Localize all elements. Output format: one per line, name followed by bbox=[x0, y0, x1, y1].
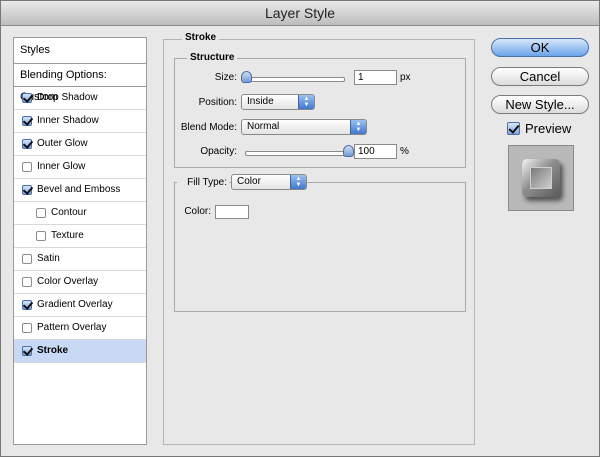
style-item-color-overlay[interactable]: Color Overlay bbox=[14, 271, 146, 294]
opacity-label: Opacity: bbox=[200, 146, 237, 157]
position-label: Position: bbox=[198, 97, 237, 108]
style-checkbox[interactable] bbox=[22, 277, 32, 287]
position-select[interactable]: Inside ▲ ▼ bbox=[241, 94, 315, 110]
stroke-panel-title: Stroke bbox=[182, 32, 220, 43]
style-item-label: Gradient Overlay bbox=[37, 299, 113, 310]
cancel-button[interactable]: Cancel bbox=[491, 67, 589, 86]
structure-group: Structure Size: 1 px Position: Inside ▲ ▼… bbox=[174, 52, 466, 168]
style-item-label: Pattern Overlay bbox=[37, 322, 107, 333]
style-item-satin[interactable]: Satin bbox=[14, 248, 146, 271]
style-item-texture[interactable]: Texture bbox=[14, 225, 146, 248]
size-label: Size: bbox=[214, 72, 237, 83]
blend-mode-label: Blend Mode: bbox=[180, 122, 237, 133]
style-checkbox[interactable] bbox=[22, 185, 32, 195]
style-item-label: Outer Glow bbox=[37, 138, 88, 149]
style-item-label: Contour bbox=[51, 207, 87, 218]
style-item-stroke[interactable]: Stroke bbox=[14, 340, 146, 363]
color-swatch[interactable] bbox=[215, 205, 249, 219]
stroke-panel: Stroke Structure Size: 1 px Position: In… bbox=[163, 32, 475, 445]
blend-mode-select[interactable]: Normal ▲ ▼ bbox=[241, 119, 367, 135]
preview-checkbox[interactable] bbox=[507, 122, 520, 135]
preview-label: Preview bbox=[525, 121, 572, 136]
blend-mode-value: Normal bbox=[247, 121, 280, 132]
style-item-inner-glow[interactable]: Inner Glow bbox=[14, 156, 146, 179]
position-value: Inside bbox=[247, 96, 274, 107]
style-checkbox[interactable] bbox=[22, 139, 32, 149]
style-item-inner-shadow[interactable]: Inner Shadow bbox=[14, 110, 146, 133]
style-preview bbox=[508, 145, 574, 211]
preview-toggle[interactable]: Preview bbox=[507, 121, 571, 136]
color-label: Color: bbox=[184, 206, 211, 217]
style-item-label: Inner Glow bbox=[37, 161, 86, 172]
style-item-label: Drop Shadow bbox=[37, 92, 98, 103]
style-checkbox[interactable] bbox=[36, 208, 46, 218]
fill-type-value: Color bbox=[237, 176, 261, 187]
structure-group-title: Structure bbox=[187, 52, 238, 63]
preview-thumbnail bbox=[522, 159, 560, 197]
style-checkbox[interactable] bbox=[22, 116, 32, 126]
layer-style-dialog: Layer Style Styles Blending Options: Cus… bbox=[0, 0, 600, 457]
blending-options-item[interactable]: Blending Options: Custom bbox=[14, 64, 146, 103]
style-item-contour[interactable]: Contour bbox=[14, 202, 146, 225]
select-arrows-icon: ▲ ▼ bbox=[350, 120, 366, 134]
opacity-unit: % bbox=[400, 146, 409, 157]
style-checkbox[interactable] bbox=[22, 93, 32, 103]
style-checkbox[interactable] bbox=[22, 254, 32, 264]
select-arrows-icon: ▲ ▼ bbox=[298, 95, 314, 109]
opacity-input[interactable]: 100 bbox=[354, 144, 397, 159]
size-slider-thumb[interactable] bbox=[241, 71, 252, 83]
style-item-pattern-overlay[interactable]: Pattern Overlay bbox=[14, 317, 146, 340]
styles-header[interactable]: Styles bbox=[14, 38, 146, 64]
new-style-button[interactable]: New Style... bbox=[491, 95, 589, 114]
select-arrows-icon: ▲ ▼ bbox=[290, 175, 306, 189]
style-item-label: Satin bbox=[37, 253, 60, 264]
fill-group: Fill Type: Color ▲ ▼ Color: bbox=[174, 174, 466, 312]
size-unit: px bbox=[400, 72, 411, 83]
style-item-label: Inner Shadow bbox=[37, 115, 99, 126]
styles-list: Styles Blending Options: Custom Drop Sha… bbox=[13, 37, 147, 445]
style-checkbox[interactable] bbox=[22, 300, 32, 310]
fill-type-select[interactable]: Color ▲ ▼ bbox=[231, 174, 307, 190]
style-item-bevel-and-emboss[interactable]: Bevel and Emboss bbox=[14, 179, 146, 202]
fill-type-label: Fill Type: bbox=[177, 177, 229, 188]
style-item-label: Color Overlay bbox=[37, 276, 99, 287]
opacity-slider-track[interactable] bbox=[245, 151, 349, 156]
style-checkbox[interactable] bbox=[22, 323, 32, 333]
ok-button[interactable]: OK bbox=[491, 38, 589, 57]
style-checkbox[interactable] bbox=[36, 231, 46, 241]
style-items: Drop Shadow Inner Shadow Outer Glow Inner G… bbox=[14, 87, 146, 363]
dialog-title: Layer Style bbox=[1, 1, 599, 26]
style-item-label: Texture bbox=[51, 230, 84, 241]
style-item-outer-glow[interactable]: Outer Glow bbox=[14, 133, 146, 156]
style-item-label: Stroke bbox=[37, 345, 69, 356]
style-checkbox[interactable] bbox=[22, 162, 32, 172]
style-checkbox[interactable] bbox=[22, 346, 32, 356]
style-item-label: Bevel and Emboss bbox=[37, 184, 121, 195]
style-item-gradient-overlay[interactable]: Gradient Overlay bbox=[14, 294, 146, 317]
size-input[interactable]: 1 bbox=[354, 70, 397, 85]
opacity-slider-thumb[interactable] bbox=[343, 145, 354, 157]
size-slider-track[interactable] bbox=[243, 77, 345, 82]
